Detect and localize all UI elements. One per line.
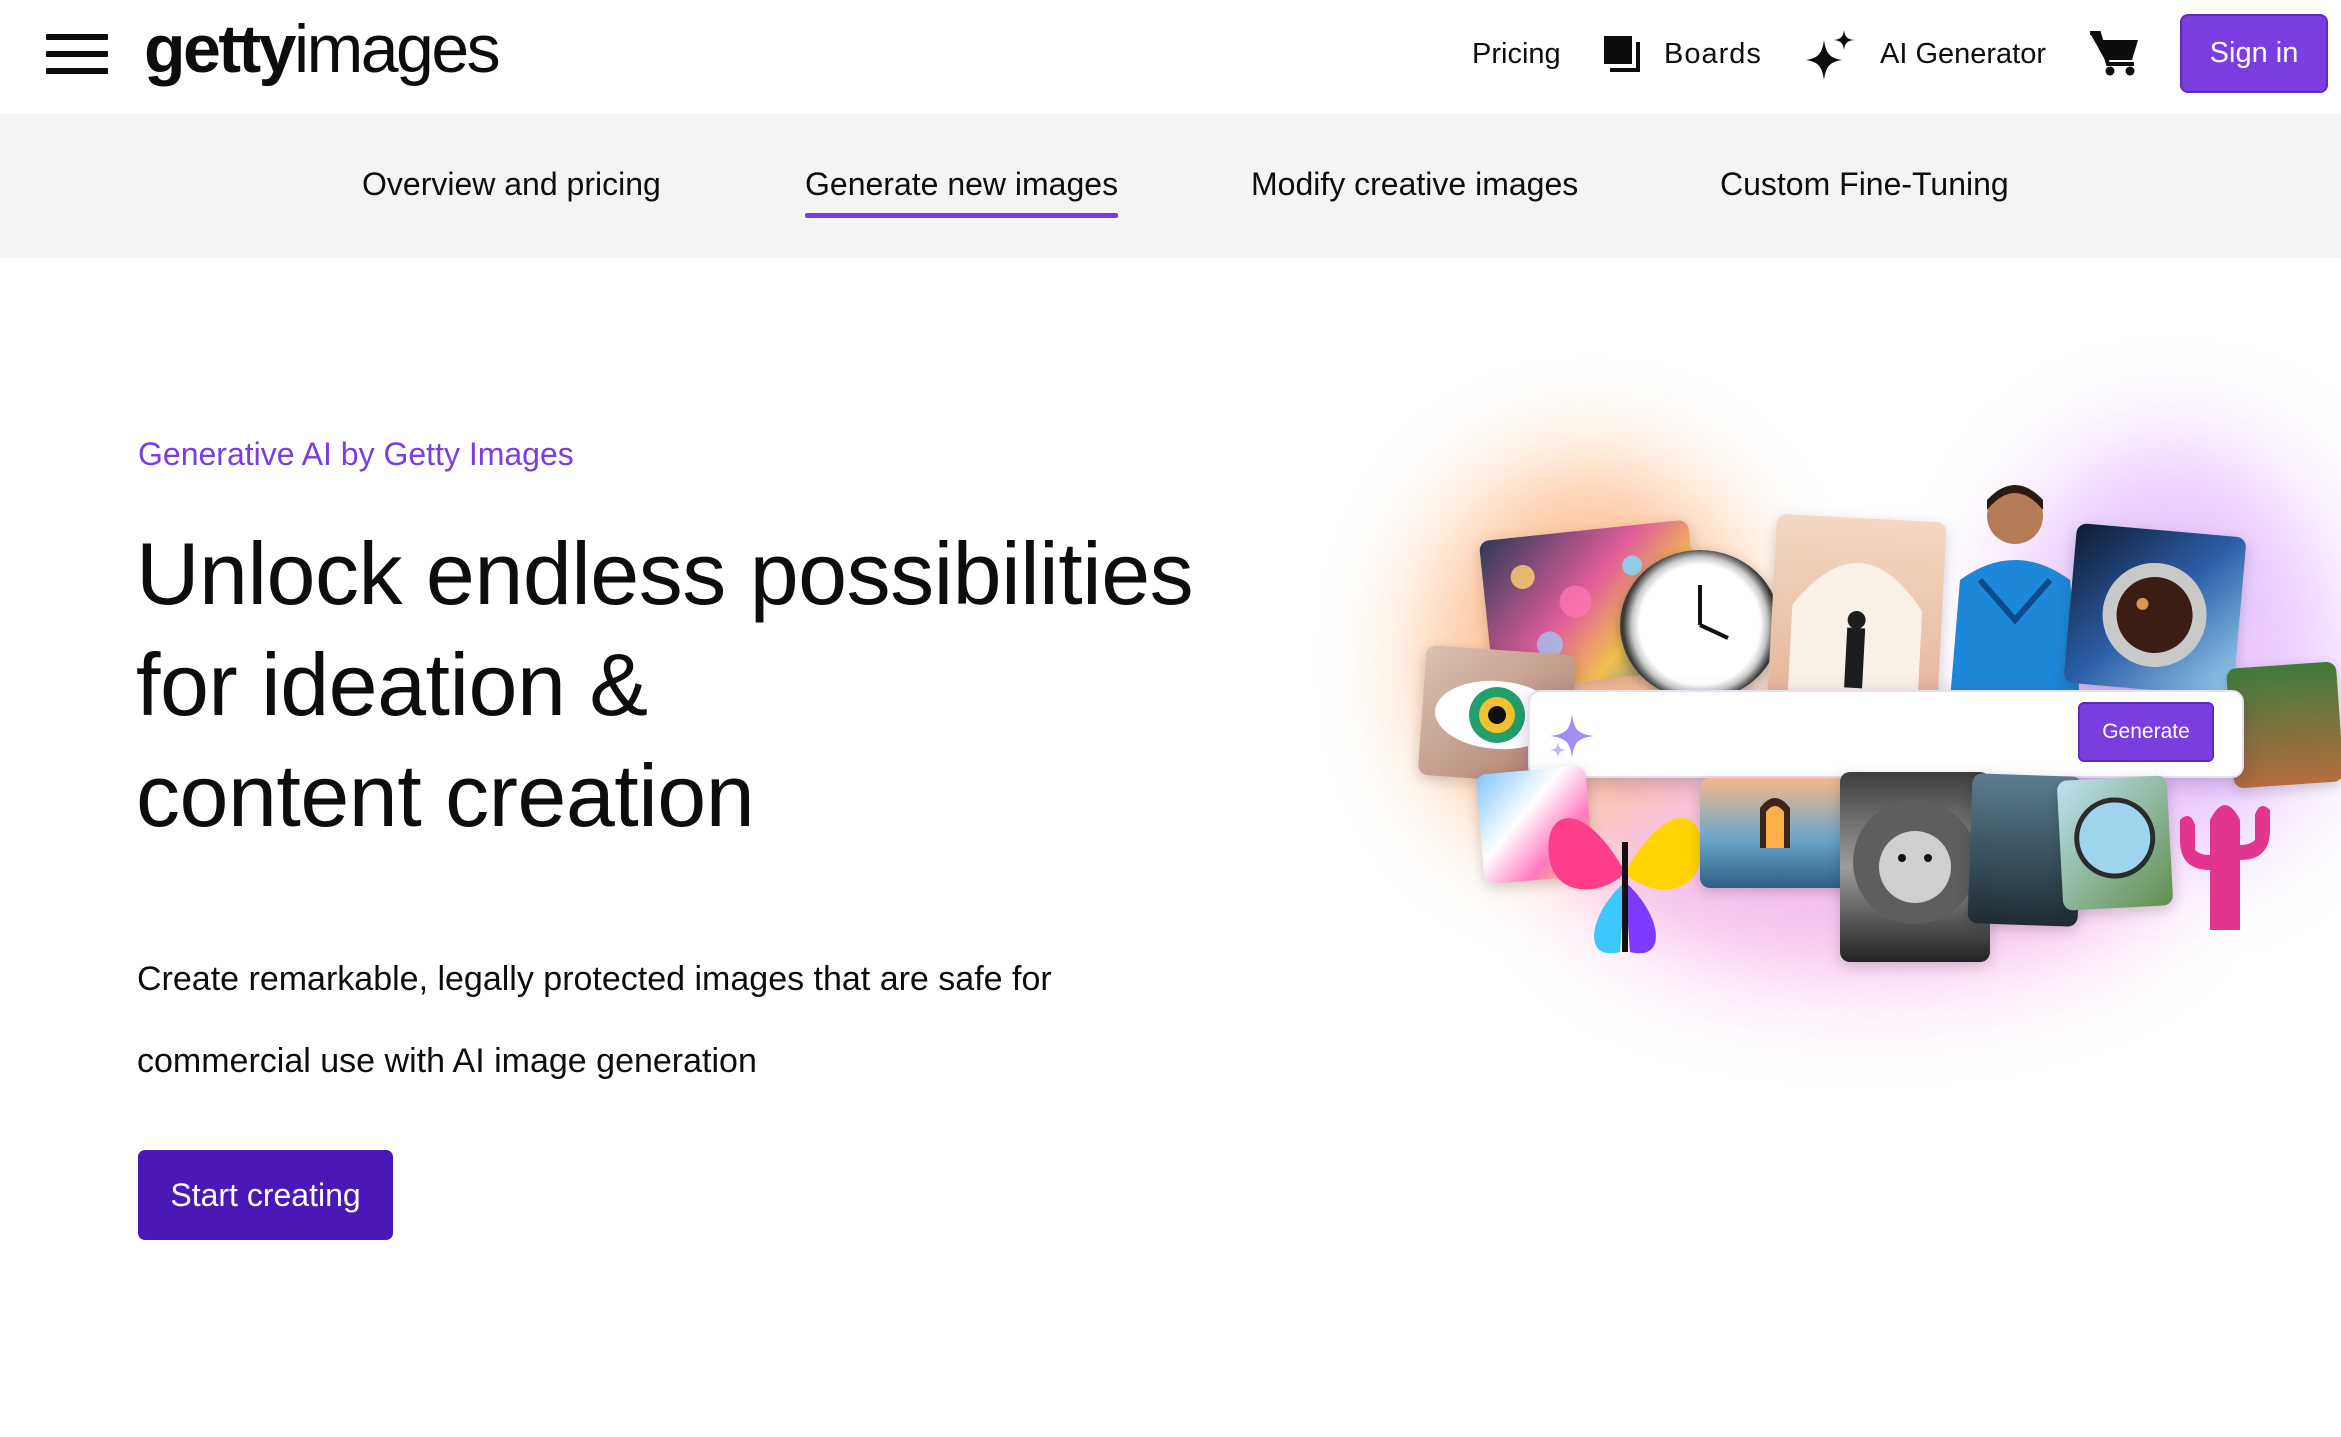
start-creating-button[interactable]: Start creating xyxy=(138,1150,393,1240)
tab-generate-new-images[interactable]: Generate new images xyxy=(805,162,1119,218)
boards-link[interactable]: Boards xyxy=(1664,34,1762,74)
tab-overview-and-pricing[interactable]: Overview and pricing xyxy=(362,162,661,206)
headline-line-1: Unlock endless possibilities xyxy=(136,524,1194,623)
cactus-image xyxy=(2150,780,2300,930)
lion-image xyxy=(1840,772,1990,962)
sparkle-icon[interactable] xyxy=(1806,30,1858,80)
headline-line-3: content creation xyxy=(136,746,755,845)
sign-in-button[interactable]: Sign in xyxy=(2180,14,2328,93)
top-header: gettyimages Pricing Boards AI Generator … xyxy=(0,0,2341,114)
ai-generator-link[interactable]: AI Generator xyxy=(1880,34,2046,74)
cactus-art xyxy=(2180,805,2270,930)
getty-images-logo[interactable]: gettyimages xyxy=(144,4,501,94)
tab-modify-creative-images[interactable]: Modify creative images xyxy=(1251,162,1578,206)
pricing-link[interactable]: Pricing xyxy=(1472,34,1561,74)
headline-line-2: for ideation & xyxy=(136,635,648,734)
butterfly-art xyxy=(1548,818,1702,954)
lion-art xyxy=(1853,800,1977,924)
doorway-art xyxy=(1760,798,1790,848)
astronaut-art xyxy=(2102,562,2207,667)
boards-icon[interactable] xyxy=(1602,34,1644,76)
butterfly-image xyxy=(1540,772,1710,972)
clock-face-art xyxy=(1698,585,1729,640)
prompt-sparkle-icon xyxy=(1550,714,1594,758)
description-line-1: Create remarkable, legally protected ima… xyxy=(137,960,1052,998)
hero-eyebrow: Generative AI by Getty Images xyxy=(138,436,574,472)
clock-image xyxy=(1620,550,1780,700)
hero-description: Create remarkable, legally protected ima… xyxy=(137,938,1237,1102)
hamburger-icon[interactable] xyxy=(46,32,110,76)
logo-light-text: images xyxy=(293,11,501,87)
ocean-doorway-image xyxy=(1700,778,1860,888)
logo-bold-text: getty xyxy=(144,11,296,87)
cart-icon[interactable] xyxy=(2090,30,2140,76)
product-subnav: Overview and pricing Generate new images… xyxy=(0,114,2341,258)
generate-button[interactable]: Generate xyxy=(2078,702,2214,762)
hero-headline: Unlock endless possibilities for ideatio… xyxy=(136,518,1296,851)
tab-custom-fine-tuning[interactable]: Custom Fine-Tuning xyxy=(1720,162,2009,206)
astronaut-image xyxy=(2063,522,2247,698)
description-line-2: commercial use with AI image generation xyxy=(137,1042,757,1080)
